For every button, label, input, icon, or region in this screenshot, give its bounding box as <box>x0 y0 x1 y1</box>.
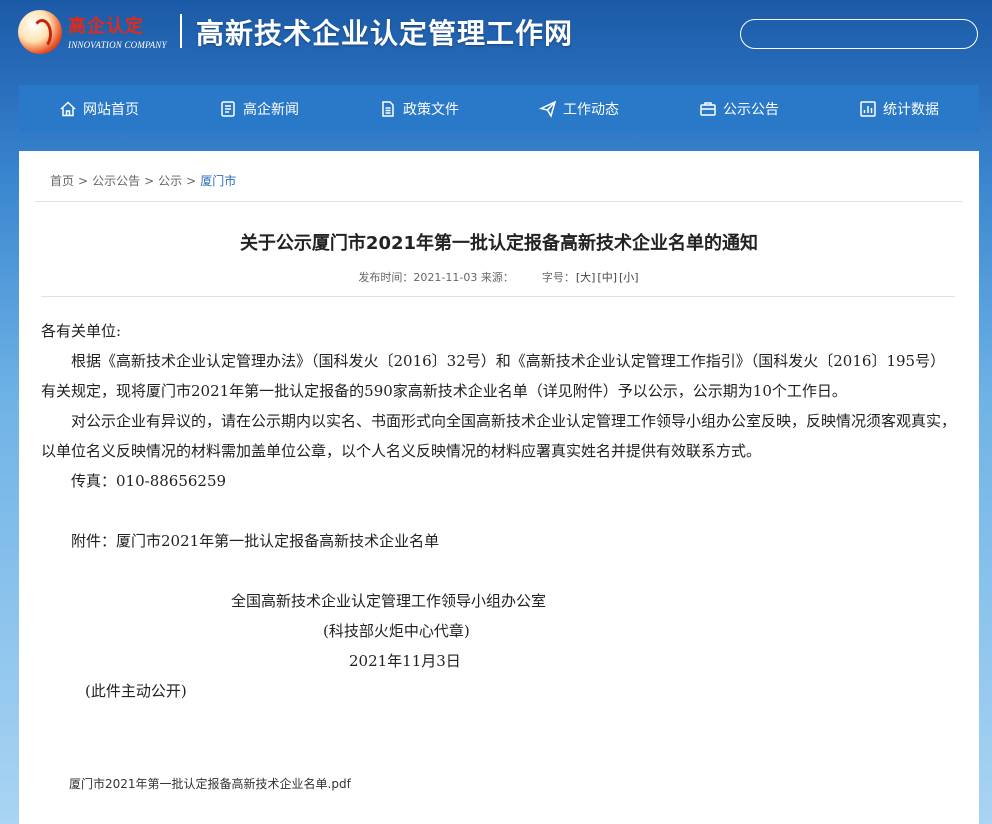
site-header: 高企认定 INNOVATION COMPANY 高新技术企业认定管理工作网 <box>0 0 992 85</box>
site-title: 高新技术企业认定管理工作网 <box>196 17 574 50</box>
article-title: 关于公示厦门市2021年第一批认定报备高新技术企业名单的通知 <box>239 233 759 254</box>
logo-text: 高企认定 <box>68 16 144 37</box>
site-logo[interactable]: 高企认定 INNOVATION COMPANY <box>18 10 168 54</box>
nav-item-statistics[interactable]: 统计数据 <box>819 85 979 132</box>
home-icon <box>59 100 77 118</box>
attachment-line: 附件：厦门市2021年第一批认定报备高新技术企业名单 <box>71 532 440 550</box>
nav-item-home[interactable]: 网站首页 <box>19 85 179 132</box>
nav-label: 公示公告 <box>723 101 779 118</box>
breadcrumb-notices[interactable]: 公示公告 <box>92 174 140 188</box>
paragraph: 根据《高新技术企业认定管理办法》（国科发火〔2016〕32号）和《高新技术企业认… <box>41 352 946 400</box>
main-nav: 网站首页 高企新闻 政策文件 工作动态 公示公告 统计数据 <box>19 85 979 132</box>
nav-item-notices[interactable]: 公示公告 <box>659 85 819 132</box>
logo-subtext: INNOVATION COMPANY <box>68 40 167 50</box>
breadcrumb-xiamen[interactable]: 厦门市 <box>200 174 236 188</box>
breadcrumb: 首页 > 公示公告 > 公示 > 厦门市 <box>50 172 236 189</box>
nav-item-news[interactable]: 高企新闻 <box>179 85 339 132</box>
signature-sub: (科技部火炬中心代章) <box>323 622 470 640</box>
nav-label: 政策文件 <box>403 101 459 118</box>
nav-label: 网站首页 <box>83 101 139 118</box>
breadcrumb-divider <box>35 201 963 202</box>
publish-date: 发布时间：2021-11-03 来源： <box>358 271 514 284</box>
article-body: 各有关单位: 根据《高新技术企业认定管理办法》（国科发火〔2016〕32号）和《… <box>41 316 959 706</box>
font-size-medium-button[interactable]: [中] <box>597 271 617 284</box>
breadcrumb-separator: > <box>186 174 197 188</box>
nav-label: 统计数据 <box>883 101 939 118</box>
font-size-large-button[interactable]: [大] <box>576 271 596 284</box>
signature-date: 2021年11月3日 <box>349 652 461 670</box>
closing-note: (此件主动公开) <box>85 682 187 700</box>
paper-plane-icon <box>539 100 557 118</box>
nav-item-updates[interactable]: 工作动态 <box>499 85 659 132</box>
nav-label: 工作动态 <box>563 101 619 118</box>
meta-divider <box>41 296 955 297</box>
paragraph: 对公示企业有异议的，请在公示期内以实名、书面形式向全国高新技术企业认定管理工作领… <box>41 412 957 460</box>
greeting: 各有关单位: <box>41 322 122 340</box>
font-size-small-button[interactable]: [小] <box>619 271 639 284</box>
nav-item-policy[interactable]: 政策文件 <box>339 85 499 132</box>
chart-icon <box>859 100 877 118</box>
news-icon <box>219 100 237 118</box>
breadcrumb-home[interactable]: 首页 <box>50 174 74 188</box>
breadcrumb-publicity[interactable]: 公示 <box>158 174 182 188</box>
signature-org: 全国高新技术企业认定管理工作领导小组办公室 <box>231 592 547 610</box>
font-size-label: 字号： <box>541 271 575 284</box>
notice-icon <box>699 100 717 118</box>
fax-line: 传真：010-88656259 <box>71 472 227 490</box>
document-icon <box>379 100 397 118</box>
article-meta: 发布时间：2021-11-03 来源： 字号：[大] [中] [小] <box>19 269 979 285</box>
header-divider <box>180 14 182 48</box>
content-panel: 首页 > 公示公告 > 公示 > 厦门市 关于公示厦门市2021年第一批认定报备高新技术企业… <box>19 151 979 824</box>
breadcrumb-separator: > <box>78 174 89 188</box>
logo-mark-icon <box>18 10 62 54</box>
search-input[interactable] <box>740 19 978 49</box>
breadcrumb-separator: > <box>144 174 155 188</box>
attachment-download-link[interactable]: 厦门市2021年第一批认定报备高新技术企业名单.pdf <box>69 775 351 792</box>
nav-label: 高企新闻 <box>243 101 299 118</box>
